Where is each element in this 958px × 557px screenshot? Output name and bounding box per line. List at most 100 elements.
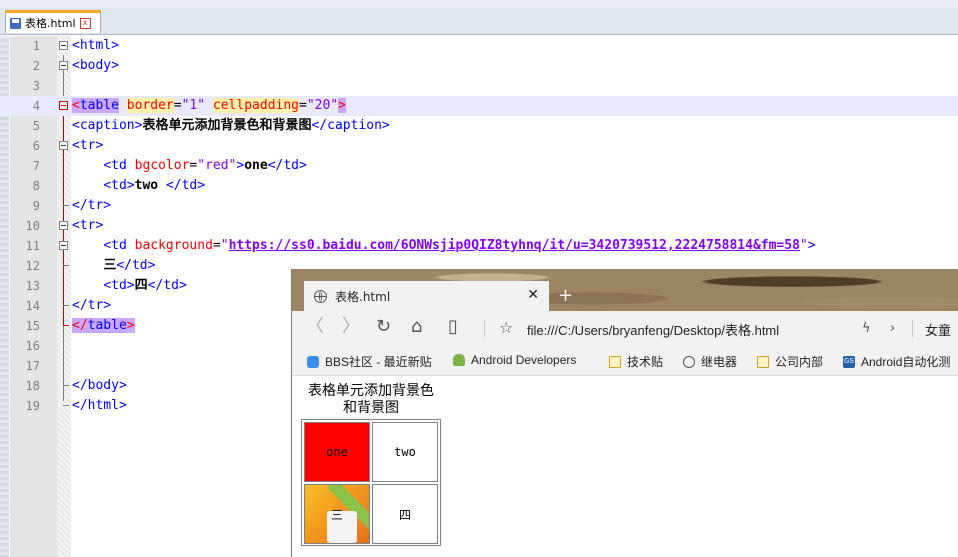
code-line[interactable]: 9 </tr> xyxy=(0,196,958,216)
code-token: 表格单元添加背景色和背景图 xyxy=(142,118,312,133)
nav-separator xyxy=(484,320,485,337)
code-token: table xyxy=(87,318,127,333)
code-token: table xyxy=(79,98,119,113)
code-token: </td> xyxy=(165,178,206,193)
globe-icon xyxy=(683,355,695,368)
forward-icon[interactable]: 〉 xyxy=(342,317,360,337)
table-cell: one xyxy=(304,422,370,482)
line-number: 18 xyxy=(25,379,40,393)
code-text: 三</td> xyxy=(72,256,155,276)
code-token: </tr> xyxy=(72,298,112,313)
code-token: <caption> xyxy=(72,118,143,133)
code-token: <html> xyxy=(72,38,119,53)
code-token: one xyxy=(244,158,268,173)
browser-tab[interactable]: 表格.html ✕ xyxy=(304,281,549,311)
bookmark-label: BBS社区 - 最近新贴 xyxy=(325,355,432,369)
page-content: 表格单元添加背景色和背景图 one two 三 四 xyxy=(292,376,958,557)
globe-icon xyxy=(314,289,327,303)
line-number: 11 xyxy=(25,239,40,253)
home-icon[interactable]: ⌂ xyxy=(411,317,422,337)
code-token: </td> xyxy=(267,158,307,173)
search-box-text[interactable]: 女童 xyxy=(925,320,951,339)
close-icon[interactable]: ✕ xyxy=(527,287,539,303)
fold-toggle-icon[interactable] xyxy=(59,241,68,250)
line-number: 15 xyxy=(25,319,40,333)
android-icon xyxy=(453,354,465,366)
fold-toggle-icon[interactable] xyxy=(59,101,68,110)
code-token: = xyxy=(173,98,182,113)
cell-text: one xyxy=(326,445,348,459)
code-token: </ xyxy=(72,318,88,333)
line-number: 14 xyxy=(25,299,40,313)
code-token: </body> xyxy=(72,378,127,393)
reading-view-icon[interactable]: ▯ xyxy=(448,317,458,337)
line-number: 10 xyxy=(25,219,40,233)
code-line[interactable]: 6 <tr> xyxy=(0,136,958,156)
code-token: <td xyxy=(103,158,135,173)
code-text: <caption>表格单元添加背景色和背景图</caption> xyxy=(72,116,390,136)
bookmark-android-developers[interactable]: Android Developers xyxy=(453,353,576,367)
line-number: 2 xyxy=(32,59,40,73)
code-token: cellpadding xyxy=(212,98,299,113)
code-text: </html> xyxy=(72,396,127,416)
code-token: " xyxy=(799,238,808,253)
code-text: <html> xyxy=(72,36,119,56)
code-text: </tr> xyxy=(72,196,111,216)
bookmark-company[interactable]: 公司内部 xyxy=(757,353,823,370)
bookmark-label: 公司内部 xyxy=(775,355,824,369)
fold-toggle-icon[interactable] xyxy=(59,141,68,150)
code-text: </table> xyxy=(72,316,135,336)
code-line[interactable]: 11 <td background="https://ss0.baidu.com… xyxy=(0,236,958,256)
code-text: <td background="https://ss0.baidu.com/6O… xyxy=(72,236,815,256)
editor-tabbar: 表格.html x xyxy=(0,8,958,35)
code-line[interactable]: 7 <td bgcolor="red">one</td> xyxy=(0,156,958,176)
star-icon[interactable]: ☆ xyxy=(499,318,513,337)
code-token: "1" xyxy=(181,98,206,113)
code-token: <tr> xyxy=(72,218,104,233)
code-line[interactable]: 10 <tr> xyxy=(0,216,958,236)
code-token: 四 xyxy=(134,278,148,293)
bookmark-relay[interactable]: 继电器 xyxy=(683,353,737,370)
line-number: 1 xyxy=(32,39,40,53)
fold-toggle-icon[interactable] xyxy=(59,41,68,50)
code-token: > xyxy=(126,318,135,333)
code-token: </caption> xyxy=(311,118,390,133)
back-icon[interactable]: 〈 xyxy=(306,317,324,337)
table-cell-image-background: 三 xyxy=(304,484,370,544)
code-line[interactable]: 3 xyxy=(0,76,958,96)
address-bar[interactable]: file:///C:/Users/bryanfeng/Desktop/表格.ht… xyxy=(527,320,779,339)
bookmark-tech[interactable]: 技术贴 xyxy=(609,353,663,370)
fold-toggle-icon[interactable] xyxy=(59,61,68,70)
code-line[interactable]: 4 <table border="1" cellpadding="20"> xyxy=(0,96,958,116)
code-line[interactable]: 1 <html> xyxy=(0,36,958,56)
chevron-right-icon[interactable]: › xyxy=(890,319,895,339)
rendered-table: one two 三 四 xyxy=(301,419,441,546)
line-number: 17 xyxy=(25,359,40,373)
lightning-icon[interactable]: ϟ xyxy=(862,319,871,339)
close-icon[interactable]: x xyxy=(79,17,91,29)
code-token: bgcolor xyxy=(134,158,190,173)
line-number: 12 xyxy=(25,259,40,273)
new-tab-button[interactable]: + xyxy=(558,285,573,306)
code-text: </body> xyxy=(72,376,127,396)
line-number: 5 xyxy=(32,119,40,133)
code-text: <td>two </td> xyxy=(72,176,205,196)
line-number: 19 xyxy=(25,399,40,413)
code-line[interactable]: 2 <body> xyxy=(0,56,958,76)
refresh-icon[interactable]: ↻ xyxy=(376,317,391,337)
code-line[interactable]: 5 <caption>表格单元添加背景色和背景图</caption> xyxy=(0,116,958,136)
code-line[interactable]: 8 <td>two </td> xyxy=(0,176,958,196)
line-number: 3 xyxy=(32,79,40,93)
line-number: 13 xyxy=(25,279,40,293)
bookmark-android-auto-test[interactable]: GS Android自动化测 xyxy=(843,353,950,370)
editor-file-tab[interactable]: 表格.html x xyxy=(5,10,101,33)
code-token: < xyxy=(72,98,80,113)
code-token: border xyxy=(126,98,174,113)
bookmark-bbs[interactable]: BBS社区 - 最近新贴 xyxy=(307,353,432,370)
fold-toggle-icon[interactable] xyxy=(59,221,68,230)
line-number: 6 xyxy=(32,139,40,153)
code-text: <td>四</td> xyxy=(72,276,186,296)
